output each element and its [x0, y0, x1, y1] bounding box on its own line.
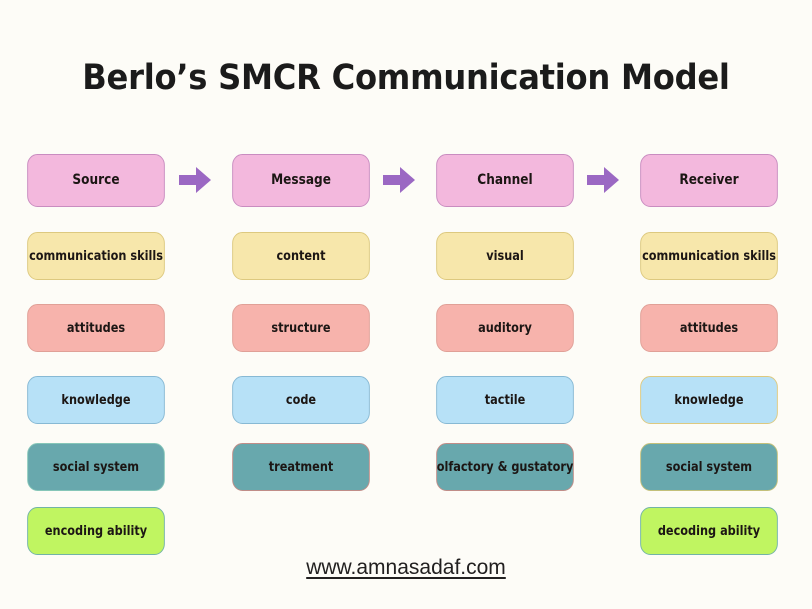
cell-label: knowledge: [674, 391, 744, 408]
cell-source-2: attitudes: [27, 304, 165, 352]
cell-source-1: communication skills: [27, 232, 165, 280]
cell-label: Receiver: [679, 171, 739, 188]
column-header-message: Message: [232, 154, 370, 207]
cell-message-1: content: [232, 232, 370, 280]
smcr-grid: Source communication skills attitudes knowl…: [0, 0, 812, 609]
cell-label: social system: [665, 458, 753, 475]
cell-source-4: social system: [27, 443, 165, 491]
cell-receiver-3: knowledge: [640, 376, 778, 424]
arrow-source-to-message-icon: [178, 165, 212, 195]
cell-label: olfactory & gustatory: [436, 458, 574, 475]
diagram-canvas: Berlo’s SMCR Communication Model Source c…: [0, 0, 812, 609]
cell-label: Source: [72, 171, 120, 188]
cell-receiver-1: communication skills: [640, 232, 778, 280]
cell-label: treatment: [268, 458, 334, 475]
cell-label: social system: [52, 458, 140, 475]
cell-label: encoding ability: [44, 522, 148, 539]
cell-label: visual: [486, 247, 524, 264]
cell-label: attitudes: [66, 319, 126, 336]
column-header-receiver: Receiver: [640, 154, 778, 207]
cell-receiver-2: attitudes: [640, 304, 778, 352]
cell-label: structure: [271, 319, 331, 336]
arrow-channel-to-receiver-icon: [586, 165, 620, 195]
cell-source-3: knowledge: [27, 376, 165, 424]
cell-label: Channel: [477, 171, 533, 188]
cell-label: decoding ability: [657, 522, 761, 539]
cell-label: code: [285, 391, 317, 408]
cell-label: auditory: [478, 319, 532, 336]
cell-message-4: treatment: [232, 443, 370, 491]
cell-message-3: code: [232, 376, 370, 424]
cell-source-5: encoding ability: [27, 507, 165, 555]
cell-channel-3: tactile: [436, 376, 574, 424]
cell-label: tactile: [484, 391, 526, 408]
cell-label: content: [276, 247, 326, 264]
cell-receiver-4: social system: [640, 443, 778, 491]
column-header-channel: Channel: [436, 154, 574, 207]
cell-receiver-5: decoding ability: [640, 507, 778, 555]
cell-message-2: structure: [232, 304, 370, 352]
cell-channel-1: visual: [436, 232, 574, 280]
footer-url[interactable]: www.amnasadaf.com: [0, 556, 812, 580]
column-header-source: Source: [27, 154, 165, 207]
cell-channel-2: auditory: [436, 304, 574, 352]
cell-label: attitudes: [679, 319, 739, 336]
cell-label: communication skills: [29, 247, 163, 264]
cell-label: knowledge: [61, 391, 131, 408]
arrow-message-to-channel-icon: [382, 165, 416, 195]
cell-label: communication skills: [642, 247, 776, 264]
cell-label: Message: [271, 171, 331, 188]
cell-channel-4: olfactory & gustatory: [436, 443, 574, 491]
